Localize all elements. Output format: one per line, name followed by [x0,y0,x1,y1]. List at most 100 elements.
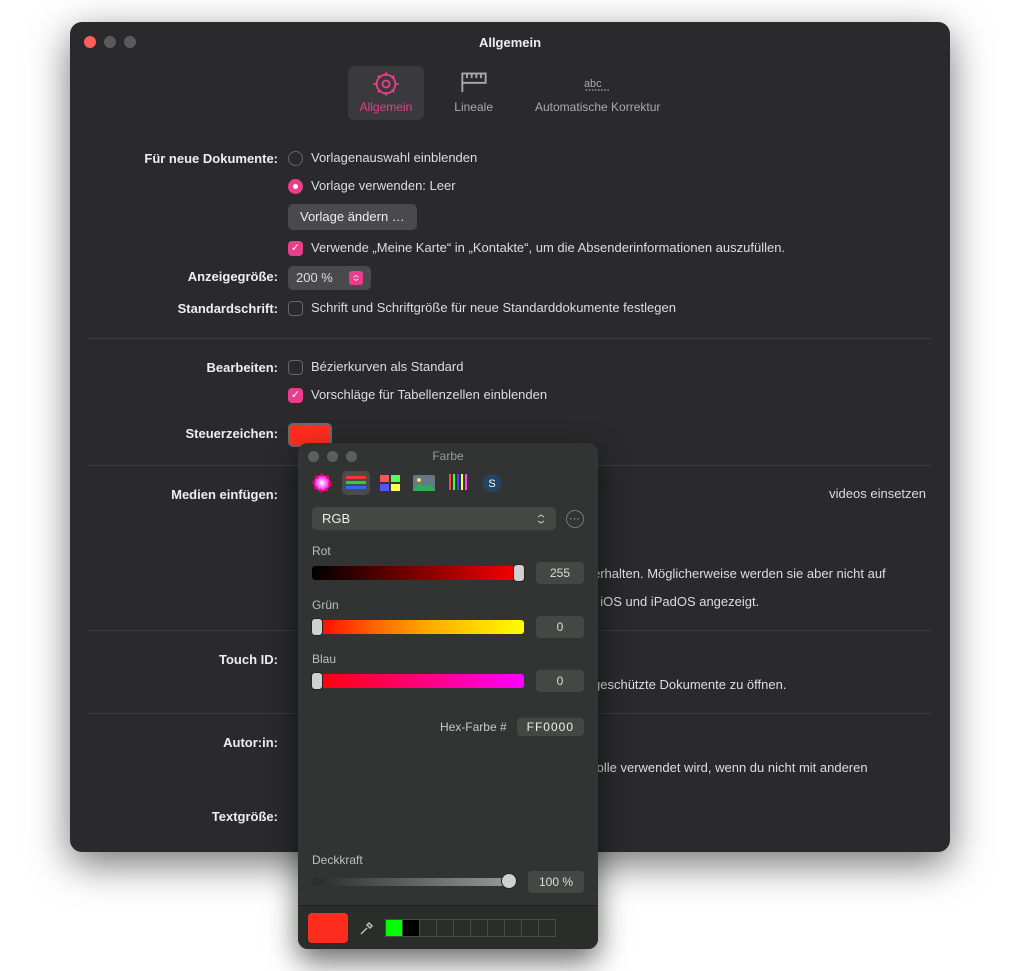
touchid-text-fragment: geschützte Dokumente zu öffnen. [593,675,786,695]
check-table-suggestions-label: Vorschläge für Tabellenzellen einblenden [311,385,547,405]
red-slider-block: Rot 255 [312,544,584,584]
hex-value-field[interactable]: FF0000 [517,718,584,736]
row-newdocs: Für neue Dokumente: Vorlagenauswahl einb… [88,144,932,262]
divider [88,338,932,339]
recent-color-cell[interactable] [419,919,437,937]
row-edit: Bearbeiten: Bézierkurven als Standard Vo… [88,353,932,409]
mode-image-icon[interactable] [410,471,438,495]
mode-wheel-icon[interactable] [308,471,336,495]
opacity-slider[interactable] [312,878,516,886]
tab-autocorrect-label: Automatische Korrektur [535,100,660,114]
tab-rulers[interactable]: Lineale [442,66,505,120]
blue-label: Blau [312,652,584,666]
check-bezier[interactable] [288,360,303,375]
green-slider-block: Grün 0 [312,598,584,638]
mode-clut-icon[interactable]: S [478,471,506,495]
label-edit: Bearbeiten: [88,357,288,379]
color-model-value: RGB [322,511,350,526]
opacity-label: Deckkraft [312,853,584,867]
green-label: Grün [312,598,584,612]
tab-rulers-label: Lineale [454,100,493,114]
radio-show-template-chooser-label: Vorlagenauswahl einblenden [311,148,477,168]
color-panel-body: RGB ⋯ Rot 255 Grün 0 Blau 0 [298,503,598,905]
label-author: Autor:in: [88,732,288,754]
radio-use-template-label: Vorlage verwenden: Leer [311,176,456,196]
check-default-font[interactable] [288,301,303,316]
window-controls [84,36,136,48]
recent-colors-grid [386,919,556,937]
label-newdocs: Für neue Dokumente: [88,148,288,170]
mode-sliders-icon[interactable] [342,471,370,495]
zoom-button[interactable] [124,36,136,48]
zoom-value: 200 % [296,268,333,288]
tab-general[interactable]: Allgemein [348,66,425,120]
blue-slider-block: Blau 0 [312,652,584,692]
recent-color-cell[interactable] [402,919,420,937]
author-text-fragment: folle verwendet wird, wenn du nicht mit … [593,758,868,778]
color-options-icon[interactable]: ⋯ [566,510,584,528]
tab-autocorrect[interactable]: abc Automatische Korrektur [523,66,672,120]
abc-icon: abc [584,72,612,96]
check-bezier-label: Bézierkurven als Standard [311,357,463,377]
opacity-block: Deckkraft 100 % [312,853,584,893]
check-default-font-label: Schrift und Schriftgröße für neue Standa… [311,298,676,318]
chevron-updown-icon [349,271,363,285]
change-template-button[interactable]: Vorlage ändern … [288,204,417,230]
svg-text:S: S [488,478,495,490]
check-table-suggestions[interactable] [288,388,303,403]
label-invisibles: Steuerzeichen: [88,423,288,445]
blue-value[interactable]: 0 [536,670,584,692]
check-use-my-card-label: Verwende „Meine Karte“ in „Kontakte“, um… [311,238,785,258]
recent-color-cell[interactable] [436,919,454,937]
radio-show-template-chooser[interactable] [288,151,303,166]
color-model-popup[interactable]: RGB [312,507,556,530]
zoom-popup[interactable]: 200 % [288,266,371,290]
media-text-fragment-2: erhalten. Möglicherweise werden sie aber… [593,564,886,584]
color-mode-bar: S [298,469,598,503]
red-slider[interactable] [312,566,524,580]
check-use-my-card[interactable] [288,241,303,256]
label-zoom: Anzeigegröße: [88,266,288,288]
radio-use-template[interactable] [288,179,303,194]
red-label: Rot [312,544,584,558]
window-title: Allgemein [70,35,950,50]
label-textsize: Textgröße: [88,806,288,828]
color-panel-footer [298,905,598,949]
recent-color-cell[interactable] [470,919,488,937]
media-text-fragment-3: , iOS und iPadOS angezeigt. [593,592,759,612]
label-media: Medien einfügen: [88,484,288,506]
row-defaultfont: Standardschrift: Schrift und Schriftgröß… [88,294,932,324]
mode-pencils-icon[interactable] [444,471,472,495]
label-touchid: Touch ID: [88,649,288,671]
label-defaultfont: Standardschrift: [88,298,288,320]
row-zoom: Anzeigegröße: 200 % [88,262,932,294]
ruler-icon [460,72,488,96]
current-color-swatch[interactable] [308,913,348,943]
recent-color-cell[interactable] [521,919,539,937]
recent-color-cell[interactable] [385,919,403,937]
color-panel-window: Farbe S RGB ⋯ Rot 255 Grün [298,443,598,949]
minimize-button[interactable] [104,36,116,48]
toolbar: Allgemein Lineale abc Automatische Korre… [70,62,950,130]
hex-row: Hex-Farbe # FF0000 [312,718,584,736]
recent-color-cell[interactable] [487,919,505,937]
recent-color-cell[interactable] [538,919,556,937]
recent-color-cell[interactable] [453,919,471,937]
media-text-fragment-1: videos einsetzen [829,484,926,504]
mode-palettes-icon[interactable] [376,471,404,495]
green-slider[interactable] [312,620,524,634]
blue-slider[interactable] [312,674,524,688]
eyedropper-icon[interactable] [356,917,378,939]
color-panel-titlebar: Farbe [298,443,598,469]
color-panel-title: Farbe [298,449,598,463]
hex-label: Hex-Farbe # [440,720,507,734]
opacity-value[interactable]: 100 % [528,871,584,893]
tab-general-label: Allgemein [360,100,413,114]
close-button[interactable] [84,36,96,48]
green-value[interactable]: 0 [536,616,584,638]
svg-text:abc: abc [584,78,602,90]
gear-icon [372,72,400,96]
red-value[interactable]: 255 [536,562,584,584]
recent-color-cell[interactable] [504,919,522,937]
titlebar: Allgemein [70,22,950,62]
